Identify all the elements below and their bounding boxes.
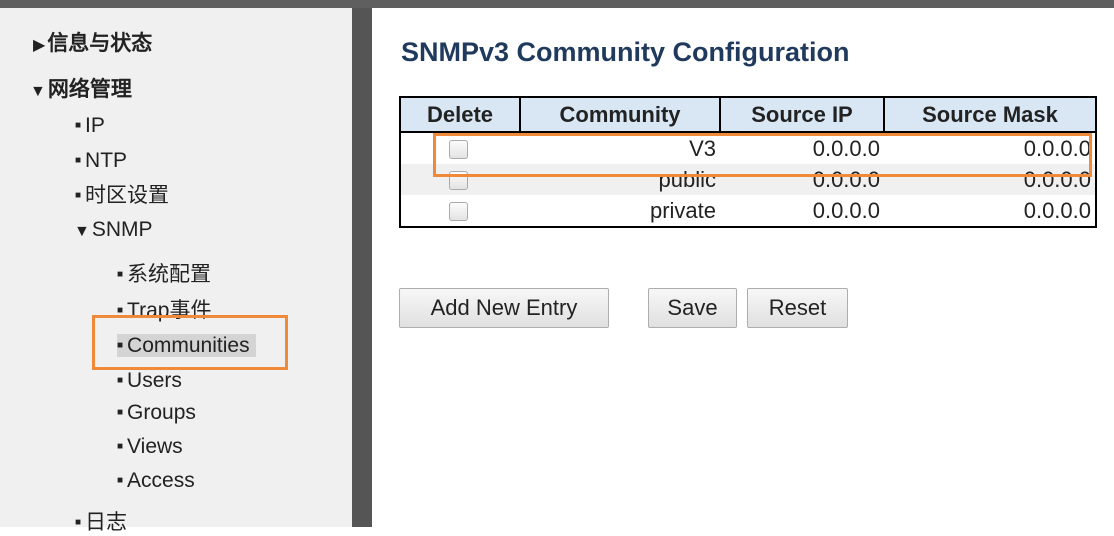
sidebar: ▶信息与状态 ▼网络管理 ■ IP ■ NTP ■ 时区设置 ▼SNMP ■ 系统配置 …	[0, 8, 352, 534]
sidebar-item-ntp[interactable]: ■ NTP	[75, 148, 127, 174]
reset-button[interactable]: Reset	[747, 288, 848, 328]
bullet-icon: ■	[75, 155, 82, 167]
column-header-source-ip: Source IP	[719, 96, 885, 133]
communities-highlight-box	[92, 315, 288, 370]
add-new-entry-button[interactable]: Add New Entry	[399, 288, 609, 328]
bullet-icon: ■	[117, 475, 124, 487]
column-header-community: Community	[519, 96, 721, 133]
sidebar-item-log[interactable]: ■ 日志	[75, 510, 127, 536]
sidebar-item-system-config[interactable]: ■ 系统配置	[117, 262, 211, 288]
triangle-down-icon: ▼	[74, 223, 90, 240]
column-header-source-mask: Source Mask	[883, 96, 1097, 133]
bullet-icon: ■	[117, 269, 124, 281]
sidebar-item-info-status[interactable]: ▶信息与状态	[33, 31, 152, 59]
triangle-down-icon: ▼	[30, 83, 46, 100]
community-cell: private	[520, 195, 720, 228]
bullet-icon: ■	[117, 407, 124, 419]
table-row: private 0.0.0.0 0.0.0.0	[399, 195, 1097, 228]
frame-divider[interactable]	[352, 8, 372, 527]
page-title: SNMPv3 Community Configuration	[401, 37, 850, 67]
sidebar-item-access[interactable]: ■ Access	[117, 468, 195, 494]
source-ip-cell: 0.0.0.0	[720, 195, 884, 228]
delete-cell	[399, 195, 520, 228]
sidebar-item-network-management[interactable]: ▼网络管理	[30, 77, 132, 105]
table-header-row: Delete Community Source IP Source Mask	[399, 96, 1097, 133]
sidebar-item-views[interactable]: ■ Views	[117, 434, 183, 460]
sidebar-item-ip[interactable]: ■ IP	[75, 113, 105, 139]
column-header-delete: Delete	[399, 96, 521, 133]
triangle-right-icon: ▶	[33, 37, 46, 54]
bullet-icon: ■	[117, 375, 124, 387]
bullet-icon: ■	[117, 441, 124, 453]
delete-checkbox[interactable]	[449, 202, 468, 222]
top-border	[0, 0, 1114, 8]
source-mask-cell: 0.0.0.0	[884, 195, 1097, 228]
bullet-icon: ■	[75, 190, 82, 202]
sidebar-item-users[interactable]: ■ Users	[117, 368, 182, 394]
sidebar-item-groups[interactable]: ■ Groups	[117, 400, 196, 426]
sidebar-item-timezone[interactable]: ■ 时区设置	[75, 183, 169, 209]
sidebar-item-snmp[interactable]: ▼SNMP	[74, 217, 153, 245]
bullet-icon: ■	[75, 120, 82, 132]
v3-row-highlight-box	[433, 133, 1092, 177]
save-button[interactable]: Save	[648, 288, 737, 328]
